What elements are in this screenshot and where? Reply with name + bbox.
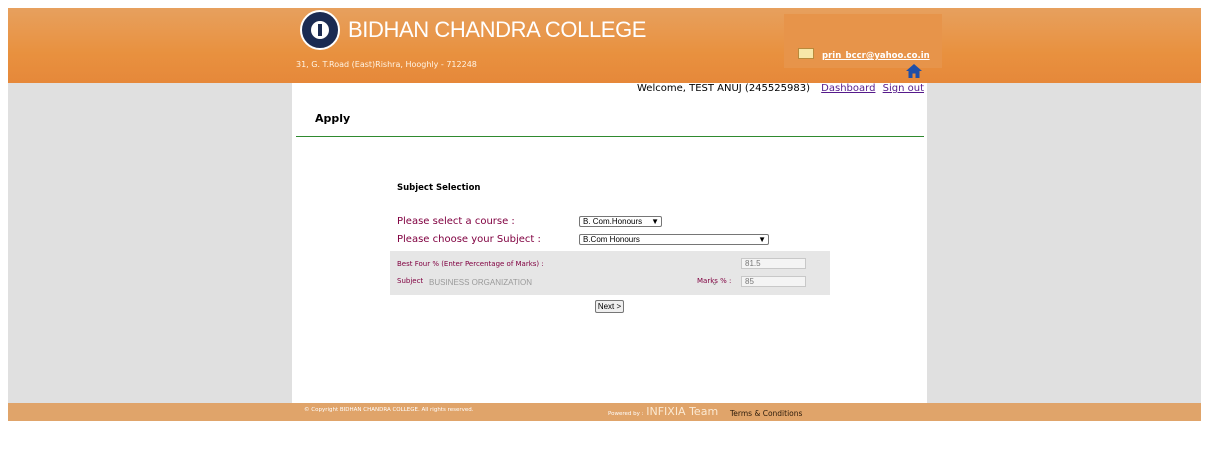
divider: [296, 136, 924, 137]
subject-row-select[interactable]: BUSINESS ORGANIZATION ⌄: [429, 277, 720, 288]
powered-by-label: Powered by :: [608, 411, 644, 417]
copyright-text: © Copyright BIDHAN CHANDRA COLLEGE. All …: [304, 407, 474, 413]
college-seal-icon[interactable]: [300, 10, 340, 50]
next-button[interactable]: Next >: [595, 300, 624, 313]
marks-input[interactable]: 85: [741, 276, 806, 287]
section-title: Subject Selection: [397, 183, 481, 193]
course-select[interactable]: B. Com.Honours ▼: [579, 216, 662, 227]
college-address: 31, G. T.Road (East)Rishra, Hooghly - 71…: [296, 60, 477, 69]
site-header: BIDHAN CHANDRA COLLEGE 31, G. T.Road (Ea…: [8, 8, 1201, 83]
welcome-text: Welcome, TEST ANUJ (245525983): [636, 83, 810, 94]
contact-block: prin_bccr@yahoo.co.in: [784, 14, 942, 68]
header-inner: BIDHAN CHANDRA COLLEGE 31, G. T.Road (Ea…: [292, 8, 942, 83]
email-link[interactable]: prin_bccr@yahoo.co.in: [822, 51, 930, 61]
subject-row-value: BUSINESS ORGANIZATION: [429, 278, 532, 287]
chevron-down-icon: ▼: [651, 217, 659, 226]
page-title: Apply: [315, 112, 351, 125]
subject-label: Please choose your Subject :: [397, 234, 541, 245]
marks-panel: Best Four % (Enter Percentage of Marks) …: [390, 251, 830, 295]
envelope-icon: [798, 48, 814, 59]
terms-link[interactable]: Terms & Conditions: [730, 409, 802, 418]
best-four-label: Best Four % (Enter Percentage of Marks) …: [397, 260, 544, 268]
seal-center: [311, 21, 329, 39]
course-label: Please select a course :: [397, 216, 515, 227]
subject-select[interactable]: B.Com Honours ▼: [579, 234, 769, 245]
signout-link[interactable]: Sign out: [883, 83, 924, 94]
subject-select-value: B.Com Honours: [583, 235, 640, 244]
college-name: BIDHAN CHANDRA COLLEGE: [348, 17, 647, 42]
subject-row-label: Subject: [397, 277, 424, 285]
team-link[interactable]: INFIXIA Team: [646, 405, 718, 418]
marks-label: Marks % :: [697, 277, 732, 285]
chevron-down-icon: ▼: [758, 235, 766, 244]
powered-by: Powered by : INFIXIA Team: [608, 405, 718, 418]
user-bar: Welcome, TEST ANUJ (245525983) Dashboard…: [637, 83, 924, 94]
page: BIDHAN CHANDRA COLLEGE 31, G. T.Road (Ea…: [0, 0, 1209, 450]
main-content: Welcome, TEST ANUJ (245525983) Dashboard…: [292, 83, 927, 403]
home-icon[interactable]: [906, 64, 922, 78]
course-select-value: B. Com.Honours: [583, 217, 643, 226]
dashboard-link[interactable]: Dashboard: [821, 83, 875, 94]
best-four-input[interactable]: 81.5: [741, 258, 806, 269]
site-footer: © Copyright BIDHAN CHANDRA COLLEGE. All …: [8, 403, 1201, 421]
